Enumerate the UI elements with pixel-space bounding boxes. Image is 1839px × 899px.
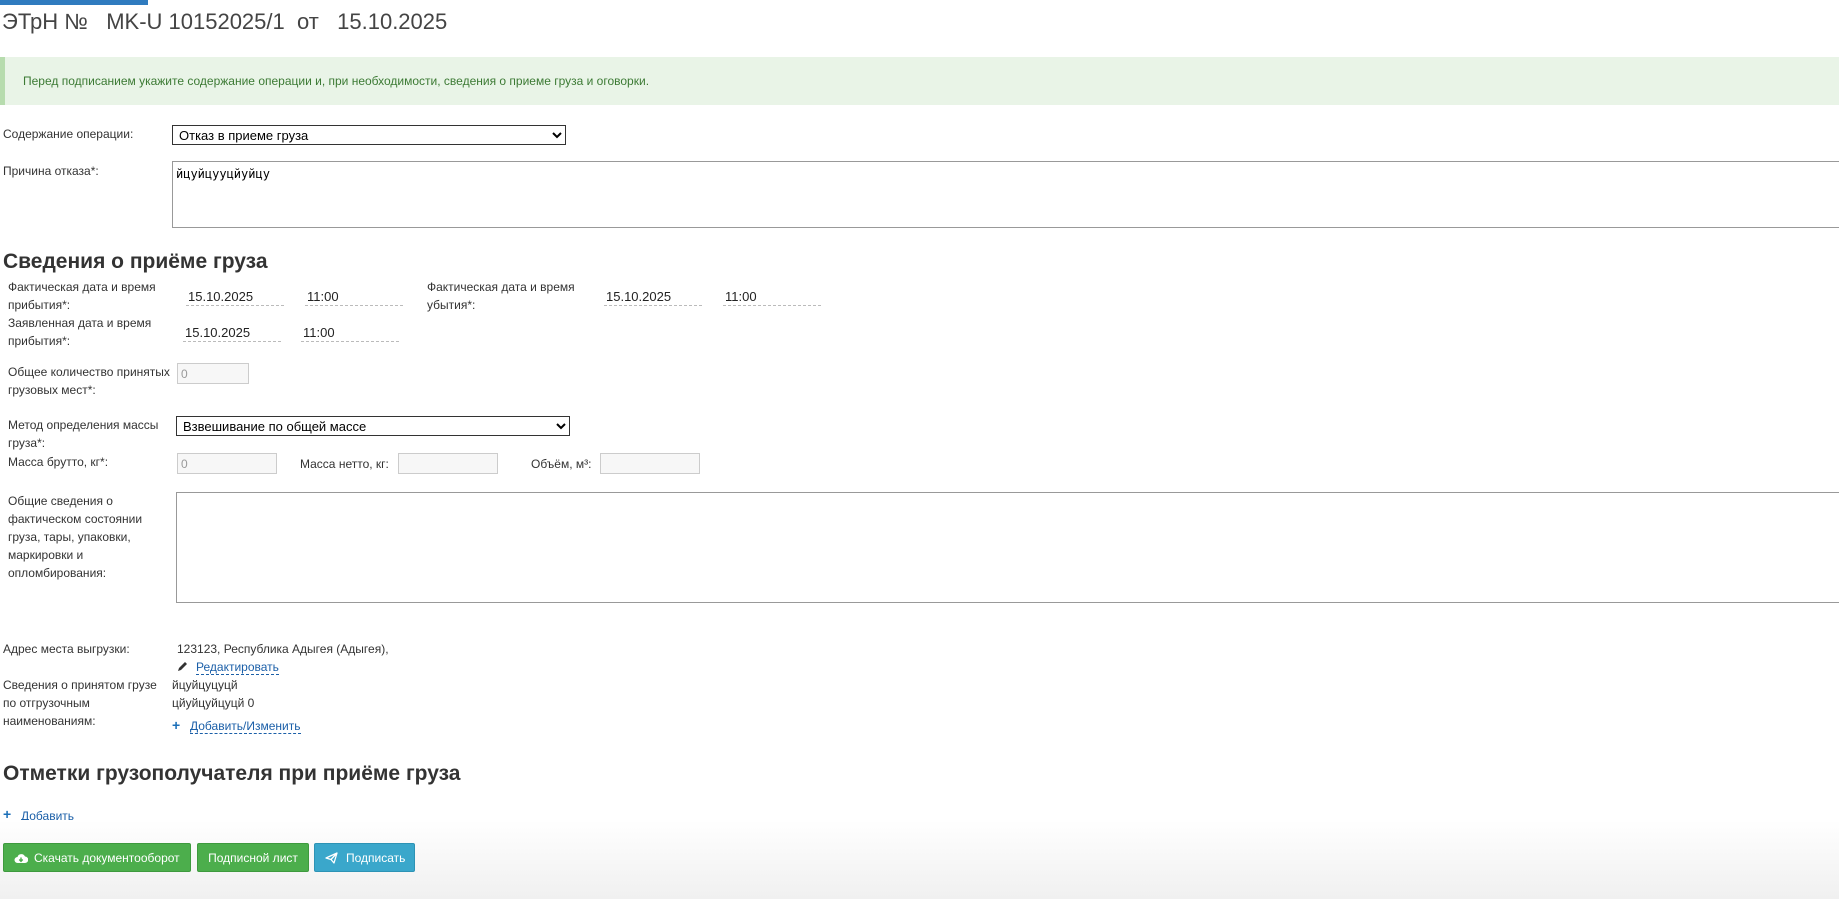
download-workflow-label: Скачать документооборот xyxy=(34,851,180,865)
mass-method-label: Метод определения массы груза*: xyxy=(8,418,159,450)
plus-icon[interactable]: + xyxy=(172,717,180,733)
signature-sheet-label: Подписной лист xyxy=(208,851,298,865)
sign-button[interactable]: Подписать xyxy=(314,843,415,872)
refusal-reason-label: Причина отказа*: xyxy=(3,164,99,178)
cargo-places-label: Общее количество принятых грузовых мест*… xyxy=(8,365,170,397)
notice-text: Перед подписанием укажите содержание опе… xyxy=(23,74,650,88)
actual-arrival-label: Фактическая дата и время прибытия*: xyxy=(8,280,156,312)
actual-departure-label: Фактическая дата и время убытия*: xyxy=(427,280,575,312)
edit-address-link[interactable]: Редактировать xyxy=(196,660,279,675)
volume-label: Объём, м³: xyxy=(531,457,592,471)
cargo-receipt-heading: Сведения о приёме груза xyxy=(3,250,268,273)
consignee-marks-heading: Отметки грузополучателя при приёме груза xyxy=(3,762,461,785)
actual-arrival-time-input[interactable] xyxy=(305,288,403,306)
pencil-icon[interactable] xyxy=(177,661,188,672)
page-title: ЭТрН № MK-U 10152025/1 от 15.10.2025 xyxy=(2,9,448,34)
top-accent-bar xyxy=(0,0,148,5)
shipping-items-label: Сведения о принятом грузе по отгрузочным… xyxy=(3,678,157,728)
operation-select[interactable]: Отказ в приеме груза xyxy=(172,125,566,145)
actual-departure-time-input[interactable] xyxy=(723,288,821,306)
shipping-items-line-1: йцуйцуцуцй xyxy=(172,678,238,692)
actual-arrival-date-input[interactable] xyxy=(186,288,284,306)
shipping-items-line-2: цйуйцуйцуцй 0 xyxy=(172,696,255,710)
declared-arrival-date-input[interactable] xyxy=(183,324,281,342)
cargo-condition-label: Общие сведения о фактическом состоянии г… xyxy=(8,494,143,580)
actual-departure-date-input[interactable] xyxy=(604,288,702,306)
signature-sheet-button[interactable]: Подписной лист xyxy=(197,843,309,872)
cargo-places-input[interactable] xyxy=(177,363,249,384)
mass-method-select[interactable]: Взвешивание по общей массе xyxy=(176,416,570,436)
declared-arrival-time-input[interactable] xyxy=(301,324,399,342)
cloud-download-icon xyxy=(14,854,29,863)
gross-mass-label: Масса брутто, кг*: xyxy=(8,455,109,469)
paper-plane-icon xyxy=(325,852,338,864)
declared-arrival-label: Заявленная дата и время прибытия*: xyxy=(8,316,152,348)
volume-input[interactable] xyxy=(600,453,700,474)
net-mass-label: Масса нетто, кг: xyxy=(300,457,389,471)
info-notice: Перед подписанием укажите содержание опе… xyxy=(0,57,1839,105)
unload-address-value: 123123, Республика Адыгея (Адыгея), xyxy=(177,642,389,656)
refusal-reason-textarea[interactable]: йцуйцууцйуйцу xyxy=(172,161,1839,228)
unload-address-label: Адрес места выгрузки: xyxy=(3,642,130,656)
download-workflow-button[interactable]: Скачать документооборот xyxy=(3,843,191,872)
gross-mass-input[interactable] xyxy=(177,453,277,474)
sign-label: Подписать xyxy=(346,851,406,865)
net-mass-input[interactable] xyxy=(398,453,498,474)
cargo-condition-textarea[interactable] xyxy=(176,492,1839,603)
add-change-items-link[interactable]: Добавить/Изменить xyxy=(190,719,301,734)
operation-label: Содержание операции: xyxy=(3,127,134,141)
